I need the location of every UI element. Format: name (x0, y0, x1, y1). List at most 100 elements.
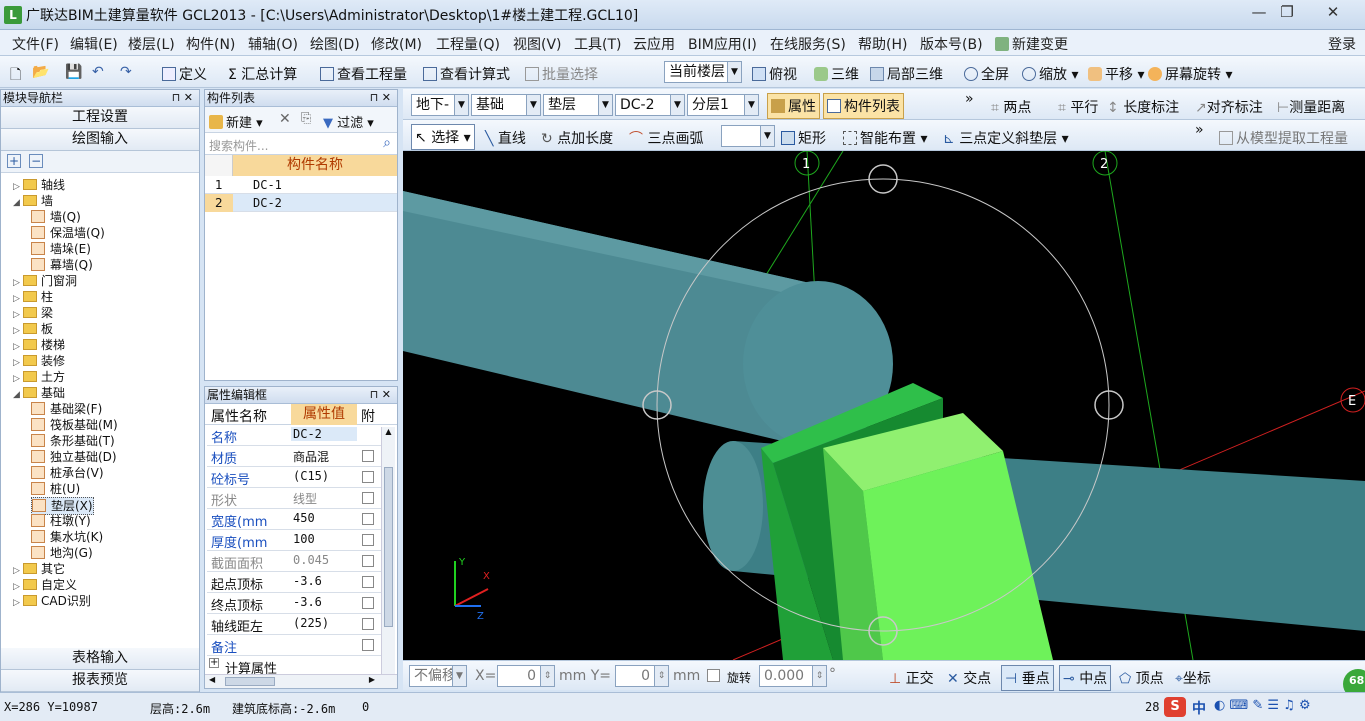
three-d-button[interactable]: 三维 (814, 64, 859, 84)
save-icon[interactable]: 💾 (65, 64, 82, 80)
tree-leaf-item[interactable]: 保温墙(Q) (31, 225, 105, 241)
attach-checkbox[interactable] (362, 492, 374, 504)
offset-select[interactable]: 不偏移 ▼ (409, 665, 467, 687)
tree-leaf-item[interactable]: 地沟(G) (31, 545, 93, 561)
property-hscrollbar[interactable]: ◀ ▶ (205, 674, 397, 688)
pin-close-icons[interactable]: ⊓ ✕ (370, 90, 391, 106)
property-row[interactable]: 名称 DC-2 (207, 425, 387, 446)
tree-leaf-item[interactable]: 基础梁(F) (31, 401, 102, 417)
menu-modify[interactable]: 修改(M) (371, 34, 422, 54)
sum-calc-button[interactable]: Σ 汇总计算 (228, 64, 297, 84)
extract-qty-button[interactable]: 从模型提取工程量 (1219, 128, 1348, 148)
property-value[interactable]: (225) (293, 616, 329, 630)
menu-version[interactable]: 版本号(B) (920, 34, 983, 54)
midpoint-button[interactable]: ⊸ 中点 (1059, 665, 1112, 691)
property-value[interactable]: -3.6 (293, 595, 322, 609)
tree-leaf-item[interactable]: 条形基础(T) (31, 433, 115, 449)
project-settings-button[interactable]: 工程设置 (1, 107, 199, 129)
tree-leaf-item[interactable]: 桩(U) (31, 481, 80, 497)
ime-tray-icons[interactable]: ◐ ⌨ ✎ ☰ ♫ ⚙ (1214, 698, 1311, 713)
expand-icon[interactable]: + (209, 658, 219, 668)
local-3d-button[interactable]: 局部三维 (870, 64, 943, 84)
zoom-button[interactable]: 缩放 ▾ (1022, 64, 1078, 84)
scroll-right-icon[interactable]: ▶ (369, 675, 375, 684)
property-row[interactable]: 轴线距左 (225) (207, 614, 387, 635)
attach-checkbox[interactable] (362, 618, 374, 630)
tree-toggle-icon[interactable]: ◢ (13, 195, 23, 211)
scroll-left-icon[interactable]: ◀ (209, 675, 215, 684)
type-select[interactable]: 垫层 ▼ (543, 94, 613, 116)
component-search-box[interactable]: 搜索构件... ⌕ (205, 133, 397, 155)
attach-checkbox[interactable] (362, 576, 374, 588)
tree-leaf-item[interactable]: 独立基础(D) (31, 449, 117, 465)
menu-draw[interactable]: 绘图(D) (310, 34, 360, 54)
line-button[interactable]: ╲ 直线 (485, 128, 526, 148)
property-row[interactable]: 厚度(mm 100 (207, 530, 387, 551)
coord-button[interactable]: ⌖坐标 (1175, 668, 1211, 688)
category-select[interactable]: 基础 ▼ (471, 94, 541, 116)
tree-toggle-icon[interactable]: ▷ (13, 595, 23, 611)
smart-layout-button[interactable]: 智能布置 ▾ (843, 128, 927, 148)
measure-button[interactable]: ⊢测量距离 (1277, 97, 1345, 117)
property-value[interactable]: (C15) (293, 469, 329, 483)
rotate-checkbox[interactable] (707, 669, 720, 682)
property-row[interactable]: 砼标号 (C15) (207, 467, 387, 488)
property-value[interactable]: 商品混 (293, 448, 329, 465)
login-button[interactable]: 登录 (1328, 34, 1356, 54)
menu-file[interactable]: 文件(F) (12, 34, 59, 54)
tree-leaf-item[interactable]: 幕墙(Q) (31, 257, 93, 273)
menu-bim[interactable]: BIM应用(I) (688, 34, 757, 54)
more-icon[interactable]: » (965, 91, 974, 107)
search-input[interactable]: 搜索构件... (209, 137, 268, 154)
attach-checkbox[interactable] (362, 555, 374, 567)
property-row[interactable]: 终点顶标 -3.6 (207, 593, 387, 614)
add-length-button[interactable]: ↻ 点加长度 (541, 128, 613, 148)
top-view-button[interactable]: 俯视 (752, 64, 797, 84)
property-row[interactable]: 截面面积 0.045 (207, 551, 387, 572)
attach-checkbox[interactable] (362, 513, 374, 525)
property-value[interactable]: 0.045 (293, 553, 329, 567)
component-select[interactable]: DC-2 ▼ (615, 94, 685, 116)
expand-all-icon[interactable]: + (7, 154, 21, 168)
rotate-button[interactable]: 屏幕旋转 ▾ (1148, 64, 1232, 84)
menu-view[interactable]: 视图(V) (513, 34, 562, 54)
tree-toggle-icon[interactable]: ◢ (13, 387, 23, 403)
define-button[interactable]: 定义 (162, 64, 207, 84)
ime-mode[interactable]: 中 (1192, 698, 1206, 718)
x-input[interactable]: 0 ⇕ (497, 665, 555, 687)
property-row[interactable]: 宽度(mm 450 (207, 509, 387, 530)
filter-button[interactable]: ▼ 过滤 ▾ (323, 112, 374, 131)
slope-button[interactable]: ⊾ 三点定义斜垫层 ▾ (943, 128, 1069, 148)
property-value[interactable]: 100 (293, 532, 315, 546)
menu-cloud[interactable]: 云应用 (633, 34, 675, 54)
menu-online[interactable]: 在线服务(S) (770, 34, 846, 54)
property-row[interactable]: 备注 (207, 635, 387, 656)
pin-close-icons[interactable]: ⊓ ✕ (370, 387, 391, 403)
attach-checkbox[interactable] (362, 471, 374, 483)
align-mark-button[interactable]: ↗对齐标注 (1195, 97, 1263, 117)
view-qty-button[interactable]: 查看工程量 (320, 64, 407, 84)
delete-icon[interactable]: ✕ (279, 111, 291, 127)
pin-close-icons[interactable]: ⊓ ✕ (172, 90, 193, 106)
restore-button[interactable]: ❐ (1266, 2, 1308, 24)
menu-help[interactable]: 帮助(H) (858, 34, 907, 54)
ime-logo-icon[interactable]: S (1164, 697, 1186, 717)
menu-floor[interactable]: 楼层(L) (128, 34, 175, 54)
menu-edit[interactable]: 编辑(E) (70, 34, 118, 54)
tree-leaf-item[interactable]: 墙(Q) (31, 209, 81, 225)
batch-select-button[interactable]: 批量选择 (525, 64, 598, 84)
rect-button[interactable]: 矩形 (781, 128, 826, 148)
scroll-up-icon[interactable]: ▲ (382, 427, 395, 436)
length-mark-button[interactable]: ↕ 长度标注 (1107, 97, 1179, 117)
copy-icon[interactable]: ⎘ (301, 111, 311, 126)
property-row[interactable]: 形状 线型 (207, 488, 387, 509)
property-button[interactable]: 属性 (767, 93, 820, 119)
table-row-selected[interactable]: 2 DC-2 (205, 194, 397, 212)
collapse-all-icon[interactable]: − (29, 154, 44, 168)
new-file-icon[interactable]: 🗋 (10, 64, 21, 88)
property-value[interactable]: -3.6 (293, 574, 322, 588)
perp-button[interactable]: ⊣ 垂点 (1001, 665, 1054, 691)
property-row[interactable]: 材质 商品混 (207, 446, 387, 467)
attach-checkbox[interactable] (362, 534, 374, 546)
redo-icon[interactable]: ↷ (120, 64, 132, 80)
